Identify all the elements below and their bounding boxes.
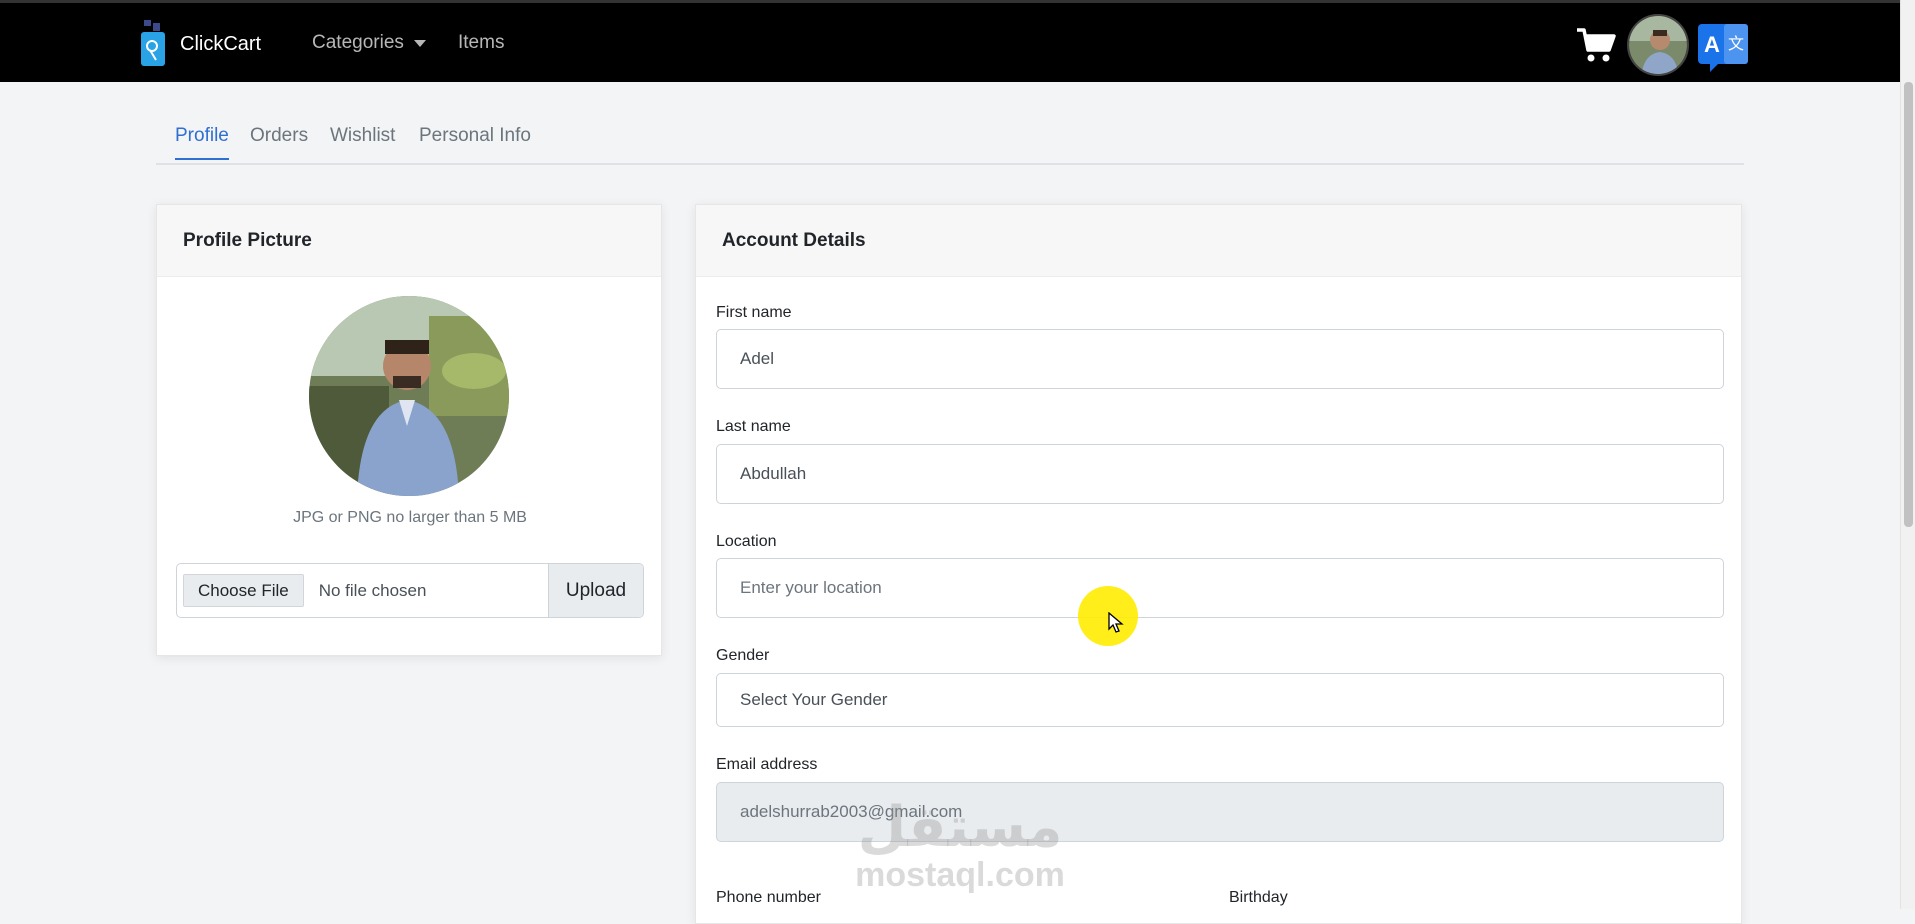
last-name-label: Last name [716, 418, 791, 435]
gender-label: Gender [716, 647, 770, 664]
tab-profile[interactable]: Profile [175, 125, 229, 160]
chevron-down-icon [413, 39, 426, 47]
translate-icon[interactable]: A 文 [1696, 22, 1752, 74]
choose-file-button[interactable]: Choose File [183, 574, 304, 607]
phone-label: Phone number [716, 889, 821, 906]
page-scrollbar[interactable] [1900, 0, 1915, 909]
profile-photo [309, 296, 509, 496]
profile-picture-card: Profile Picture JPG or PNG no larger tha… [156, 204, 662, 656]
scrollbar-thumb[interactable] [1904, 82, 1913, 527]
user-avatar[interactable] [1627, 14, 1689, 76]
top-navbar: ClickCart Categories Items A 文 [0, 0, 1915, 82]
email-label: Email address [716, 756, 818, 773]
svg-text:文: 文 [1728, 34, 1744, 53]
account-details-title: Account Details [696, 205, 1741, 277]
brand-logo-icon [141, 20, 165, 66]
file-input[interactable]: Choose File No file chosen [177, 564, 548, 617]
no-file-label: No file chosen [318, 580, 427, 600]
profile-tabs: Profile Orders Wishlist Personal Info [156, 115, 1744, 165]
nav-items-label: Items [458, 32, 505, 53]
last-name-field[interactable]: Abdullah [716, 444, 1724, 504]
email-field: adelshurrab2003@gmail.com [716, 782, 1724, 842]
account-details-card: Account Details First name Adel Last nam… [695, 204, 1742, 924]
gender-select[interactable]: Select Your Gender [716, 673, 1724, 727]
brand-name: ClickCart [180, 32, 262, 55]
tab-wishlist[interactable]: Wishlist [330, 125, 395, 158]
file-upload-group: Choose File No file chosen Upload [176, 563, 644, 618]
mouse-pointer-icon [1108, 612, 1124, 633]
profile-picture-title: Profile Picture [157, 205, 661, 277]
tab-orders[interactable]: Orders [250, 125, 308, 158]
location-field[interactable]: Enter your location [716, 558, 1724, 618]
nav-categories-label: Categories [312, 32, 404, 53]
nav-categories-dropdown[interactable]: Categories [312, 32, 426, 54]
upload-button[interactable]: Upload [548, 564, 643, 617]
first-name-label: First name [716, 304, 792, 321]
brand[interactable]: ClickCart [138, 20, 261, 68]
nav-items-link[interactable]: Items [458, 32, 504, 54]
birthday-label: Birthday [1229, 889, 1288, 906]
avatar-photo [1629, 16, 1687, 74]
first-name-field[interactable]: Adel [716, 329, 1724, 389]
upload-hint: JPG or PNG no larger than 5 MB [293, 509, 527, 526]
tab-personal-info[interactable]: Personal Info [419, 125, 531, 158]
svg-text:A: A [1704, 32, 1720, 57]
cart-icon[interactable] [1576, 27, 1616, 63]
profile-picture [309, 296, 509, 496]
location-label: Location [716, 533, 777, 550]
